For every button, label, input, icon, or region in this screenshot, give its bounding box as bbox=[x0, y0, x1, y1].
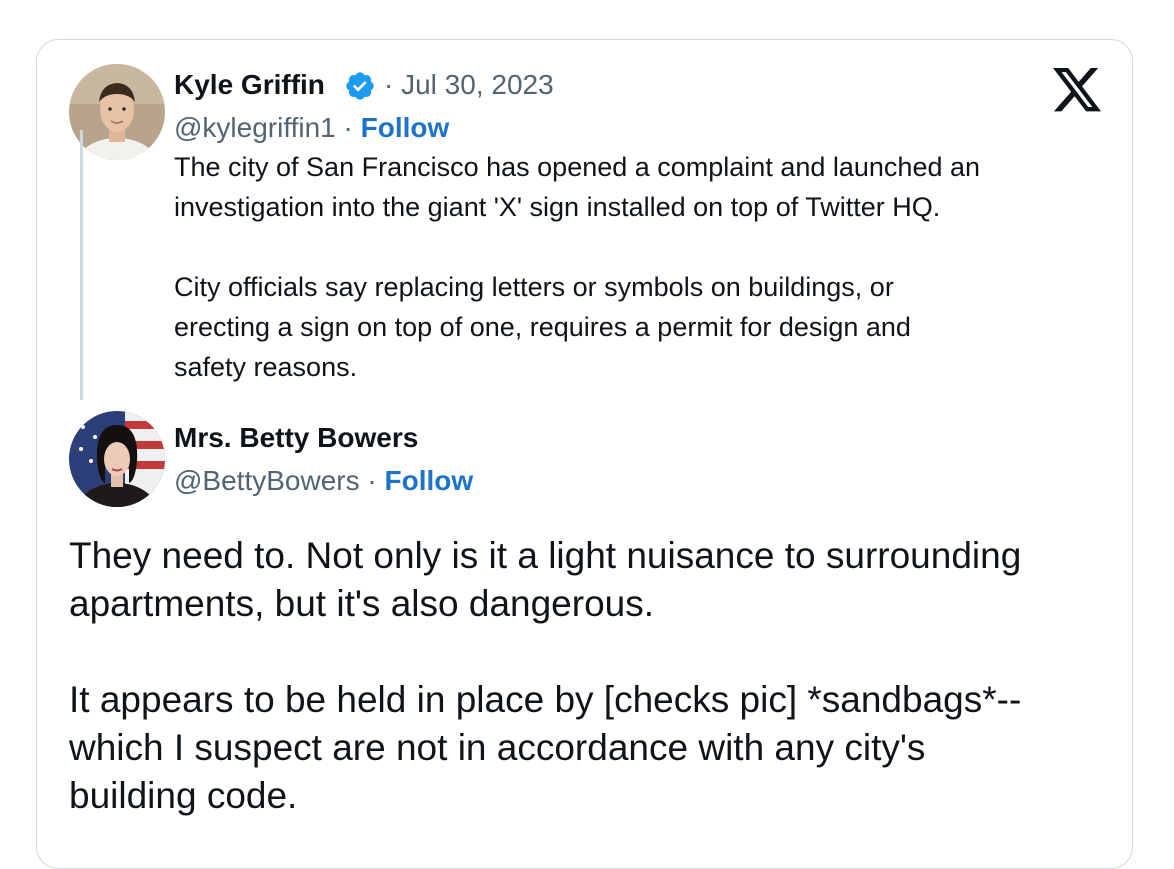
handle-separator: · bbox=[367, 465, 377, 496]
reply-tweet-text: They need to. Not only is it a light nui… bbox=[69, 535, 1022, 816]
handle-line-kyle-griffin: @kylegriffin1 · Follow bbox=[174, 112, 449, 144]
date-separator: · bbox=[384, 69, 394, 100]
x-logo-icon[interactable] bbox=[1053, 68, 1101, 112]
verified-badge-icon bbox=[346, 72, 374, 100]
follow-button-betty-bowers[interactable]: Follow bbox=[385, 465, 474, 496]
quoted-tweet-text: The city of San Francisco has opened a c… bbox=[174, 152, 981, 382]
tweet-date-line: · Jul 30, 2023 bbox=[384, 69, 554, 101]
avatar-betty-bowers-image bbox=[69, 411, 165, 507]
author-name-betty-bowers[interactable]: Mrs. Betty Bowers bbox=[174, 422, 418, 454]
handle-separator: · bbox=[343, 112, 353, 143]
thread-connector-line bbox=[80, 130, 83, 400]
avatar-kyle-griffin-image bbox=[69, 64, 165, 160]
author-name-kyle-griffin[interactable]: Kyle Griffin bbox=[174, 69, 325, 101]
avatar-kyle-griffin[interactable] bbox=[69, 64, 165, 160]
author-handle-betty-bowers[interactable]: @BettyBowers bbox=[174, 465, 360, 496]
avatar-betty-bowers[interactable] bbox=[69, 411, 165, 507]
author-handle-kyle-griffin[interactable]: @kylegriffin1 bbox=[174, 112, 336, 143]
tweet-date[interactable]: Jul 30, 2023 bbox=[401, 69, 554, 100]
handle-line-betty-bowers: @BettyBowers · Follow bbox=[174, 465, 473, 497]
follow-button-kyle-griffin[interactable]: Follow bbox=[361, 112, 450, 143]
